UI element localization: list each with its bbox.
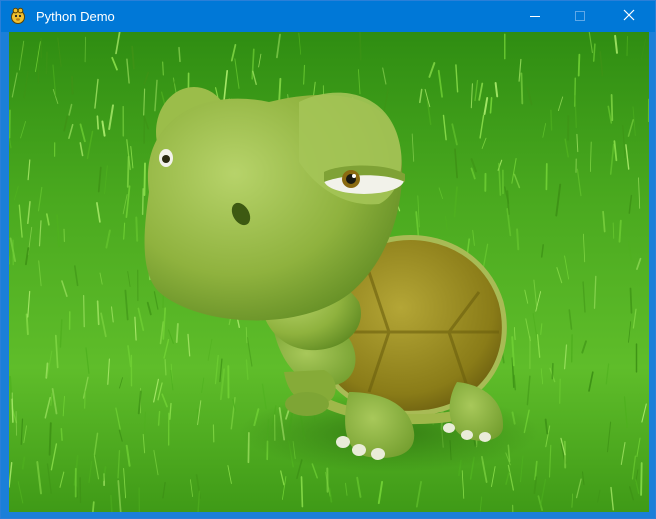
grass-blade [45, 51, 48, 75]
grass-blade [175, 322, 179, 344]
scene-svg [9, 32, 649, 512]
grass-blade [550, 109, 553, 131]
maximize-icon [574, 8, 585, 26]
grass-blade [96, 115, 100, 130]
maximize-button[interactable] [557, 1, 602, 32]
minimize-icon [529, 8, 540, 26]
grass-blade [48, 422, 52, 456]
grass-blade [618, 219, 622, 243]
grass-blade [629, 287, 633, 314]
grass-blade [300, 476, 304, 508]
grass-blade [96, 300, 100, 326]
window-title: Python Demo [36, 9, 115, 24]
grass-blade [164, 358, 167, 376]
grass-blade [71, 75, 74, 95]
grass-blade [162, 61, 164, 76]
grass-blade [520, 72, 524, 105]
game-canvas[interactable] [9, 32, 649, 512]
close-icon [623, 8, 635, 26]
grass-blade [144, 411, 146, 435]
grass-blade [178, 46, 181, 63]
grass-blade [143, 162, 146, 196]
grass-blade [577, 53, 581, 77]
grass-blade [359, 32, 362, 61]
python-icon [9, 7, 27, 25]
minimize-button[interactable] [512, 1, 557, 32]
grass-blade [141, 188, 144, 216]
app-window: Python Demo [0, 0, 656, 519]
title-bar[interactable]: Python Demo [1, 1, 655, 32]
grass-blade [135, 216, 139, 242]
grass-blade [126, 155, 130, 188]
grass-blade [60, 427, 63, 441]
grass-blade [612, 222, 615, 239]
close-button[interactable] [602, 1, 655, 32]
grass-blade [92, 501, 95, 512]
grass-blade [640, 462, 643, 496]
grass-blade [516, 228, 520, 251]
grass-blade [157, 410, 161, 426]
grass-blade [626, 36, 628, 57]
grass-blade [610, 94, 614, 122]
grass-blade [83, 295, 85, 328]
grass-blade [551, 362, 554, 380]
grass-blade [489, 96, 493, 114]
grass-blade [559, 378, 561, 404]
grass-blade [9, 375, 13, 399]
